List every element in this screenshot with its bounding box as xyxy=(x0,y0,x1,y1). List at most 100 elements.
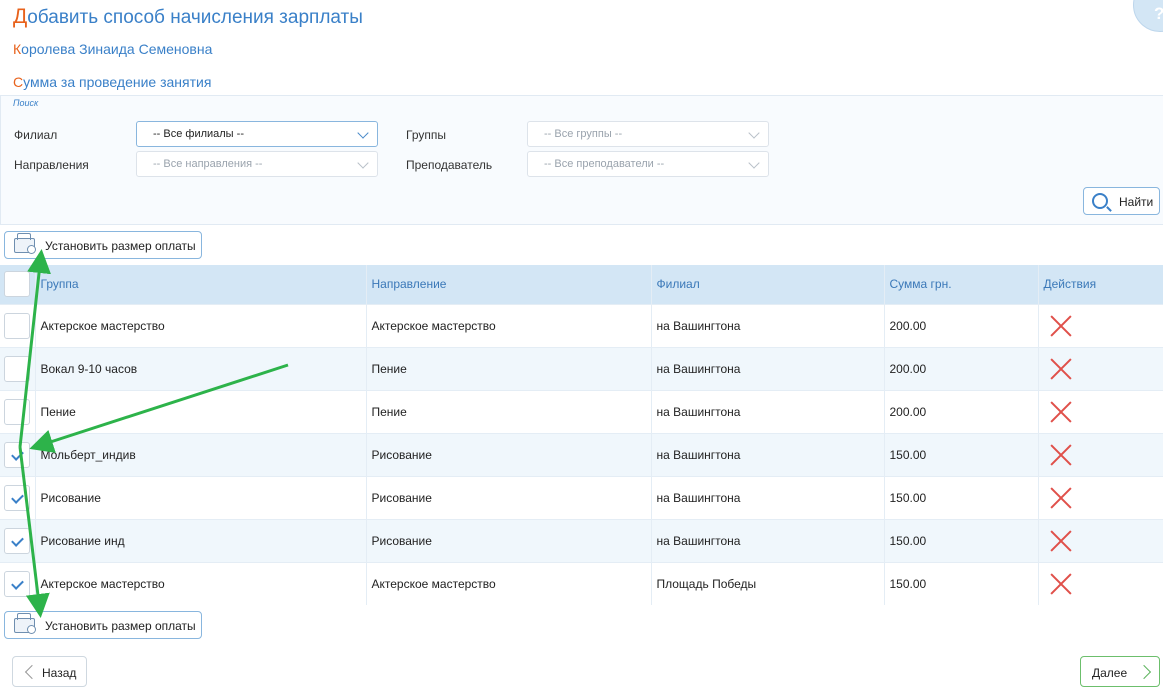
column-header-branch[interactable]: Филиал xyxy=(651,265,885,304)
column-header-actions: Действия xyxy=(1038,265,1163,304)
back-button-label: Назад xyxy=(42,666,77,680)
branch-select-value: -- Все филиалы -- xyxy=(153,128,244,140)
cell-direction: Рисование xyxy=(366,518,652,562)
column-header-direction[interactable]: Направление xyxy=(366,265,652,304)
chevron-down-icon xyxy=(357,127,369,139)
cell-direction: Рисование xyxy=(366,432,652,476)
teacher-select-value: -- Все преподаватели -- xyxy=(544,158,665,170)
table-row: Рисование Рисование на Вашингтона 150.00 xyxy=(0,475,1163,519)
set-payment-button-label: Установить размер оплаты xyxy=(45,239,196,253)
chevron-left-icon xyxy=(24,664,40,680)
employee-name-text: оролева Зинаида Семеновна xyxy=(21,41,213,57)
row-checkbox[interactable] xyxy=(4,570,30,597)
delete-icon[interactable] xyxy=(1049,314,1073,338)
cell-amount: 150.00 xyxy=(884,561,1039,605)
cell-actions xyxy=(1038,475,1163,519)
cell-actions xyxy=(1038,346,1163,390)
delete-icon[interactable] xyxy=(1049,357,1073,381)
row-select-cell xyxy=(0,303,36,347)
salary-method-initial: С xyxy=(13,74,24,90)
groups-table: Группа Направление Филиал Сумма грн. Дей… xyxy=(0,265,1163,605)
cell-branch: на Вашингтона xyxy=(651,389,885,433)
cell-direction: Актерское мастерство xyxy=(366,303,652,347)
row-select-cell xyxy=(0,518,36,562)
cell-amount: 200.00 xyxy=(884,303,1039,347)
cell-group: Вокал 9-10 часов xyxy=(35,346,367,390)
branch-select[interactable]: -- Все филиалы -- xyxy=(136,121,378,147)
delete-icon[interactable] xyxy=(1049,529,1073,553)
row-checkbox[interactable] xyxy=(4,355,30,382)
back-button[interactable]: Назад xyxy=(12,656,87,687)
table-row: Пение Пение на Вашингтона 200.00 xyxy=(0,389,1163,433)
cell-group: Рисование xyxy=(35,475,367,519)
groups-select-value: -- Все группы -- xyxy=(544,128,623,140)
cell-branch: на Вашингтона xyxy=(651,518,885,562)
cell-actions xyxy=(1038,432,1163,476)
wallet-icon xyxy=(14,613,36,634)
set-payment-button-bottom[interactable]: Установить размер оплаты xyxy=(4,611,202,639)
branch-filter-label: Филиал xyxy=(14,128,58,142)
delete-icon[interactable] xyxy=(1049,572,1073,596)
wallet-icon xyxy=(14,233,36,254)
select-all-cell xyxy=(0,265,36,304)
table-row: Актерское мастерство Актерское мастерство… xyxy=(0,303,1163,347)
search-icon xyxy=(1092,193,1108,209)
direction-filter-label: Направления xyxy=(14,158,89,172)
delete-icon[interactable] xyxy=(1049,486,1073,510)
column-header-group[interactable]: Группа xyxy=(35,265,367,304)
cell-group: Рисование инд xyxy=(35,518,367,562)
cell-branch: на Вашингтона xyxy=(651,432,885,476)
chevron-down-icon xyxy=(748,157,760,169)
cell-branch: Площадь Победы xyxy=(651,561,885,605)
set-payment-button-top[interactable]: Установить размер оплаты xyxy=(4,231,202,259)
table-row: Вокал 9-10 часов Пение на Вашингтона 200.00 xyxy=(0,346,1163,390)
employee-name-initial: К xyxy=(13,41,22,57)
row-checkbox[interactable] xyxy=(4,398,30,425)
row-checkbox[interactable] xyxy=(4,312,30,339)
row-select-cell xyxy=(0,346,36,390)
salary-method: Сумма за проведение занятия xyxy=(13,73,211,91)
row-select-cell xyxy=(0,389,36,433)
row-select-cell xyxy=(0,432,36,476)
cell-group: Актерское мастерство xyxy=(35,303,367,347)
delete-icon[interactable] xyxy=(1049,443,1073,467)
cell-amount: 200.00 xyxy=(884,389,1039,433)
groups-select[interactable]: -- Все группы -- xyxy=(527,121,769,147)
next-button[interactable]: Далее xyxy=(1080,656,1160,687)
table-header-row: Группа Направление Филиал Сумма грн. Дей… xyxy=(0,265,1163,304)
cell-group: Актерское мастерство xyxy=(35,561,367,605)
chevron-right-icon xyxy=(1136,664,1152,680)
groups-filter-label: Группы xyxy=(406,128,446,142)
help-icon: ? xyxy=(1154,4,1163,24)
table-row: Рисование инд Рисование на Вашингтона 150.0… xyxy=(0,518,1163,562)
find-button[interactable]: Найти xyxy=(1083,187,1160,215)
cell-amount: 200.00 xyxy=(884,346,1039,390)
select-all-checkbox[interactable] xyxy=(4,271,30,298)
search-panel: Поиск Филиал -- Все филиалы -- Направлен… xyxy=(0,95,1163,225)
page-title: Добавить способ начисления зарплаты xyxy=(13,6,363,29)
cell-group: Мольберт_индив xyxy=(35,432,367,476)
cell-actions xyxy=(1038,561,1163,605)
column-header-amount[interactable]: Сумма грн. xyxy=(884,265,1039,304)
search-caption: Поиск xyxy=(13,98,39,108)
salary-method-text: умма за проведение занятия xyxy=(23,74,212,90)
cell-amount: 150.00 xyxy=(884,518,1039,562)
cell-branch: на Вашингтона xyxy=(651,303,885,347)
delete-icon[interactable] xyxy=(1049,400,1073,424)
row-checkbox[interactable] xyxy=(4,527,30,554)
page-title-text: обавить способ начисления зарплаты xyxy=(27,7,363,28)
teacher-select[interactable]: -- Все преподаватели -- xyxy=(527,151,769,177)
chevron-down-icon xyxy=(748,127,760,139)
row-checkbox[interactable] xyxy=(4,441,30,468)
cell-group: Пение xyxy=(35,389,367,433)
cell-actions xyxy=(1038,389,1163,433)
row-checkbox[interactable] xyxy=(4,484,30,511)
cell-branch: на Вашингтона xyxy=(651,346,885,390)
page-title-initial: Д xyxy=(13,5,28,28)
next-button-label: Далее xyxy=(1092,666,1128,680)
help-button[interactable]: ? xyxy=(1133,0,1163,32)
chevron-down-icon xyxy=(357,157,369,169)
cell-amount: 150.00 xyxy=(884,475,1039,519)
set-payment-button-label: Установить размер оплаты xyxy=(45,619,196,633)
direction-select[interactable]: -- Все направления -- xyxy=(136,151,378,177)
